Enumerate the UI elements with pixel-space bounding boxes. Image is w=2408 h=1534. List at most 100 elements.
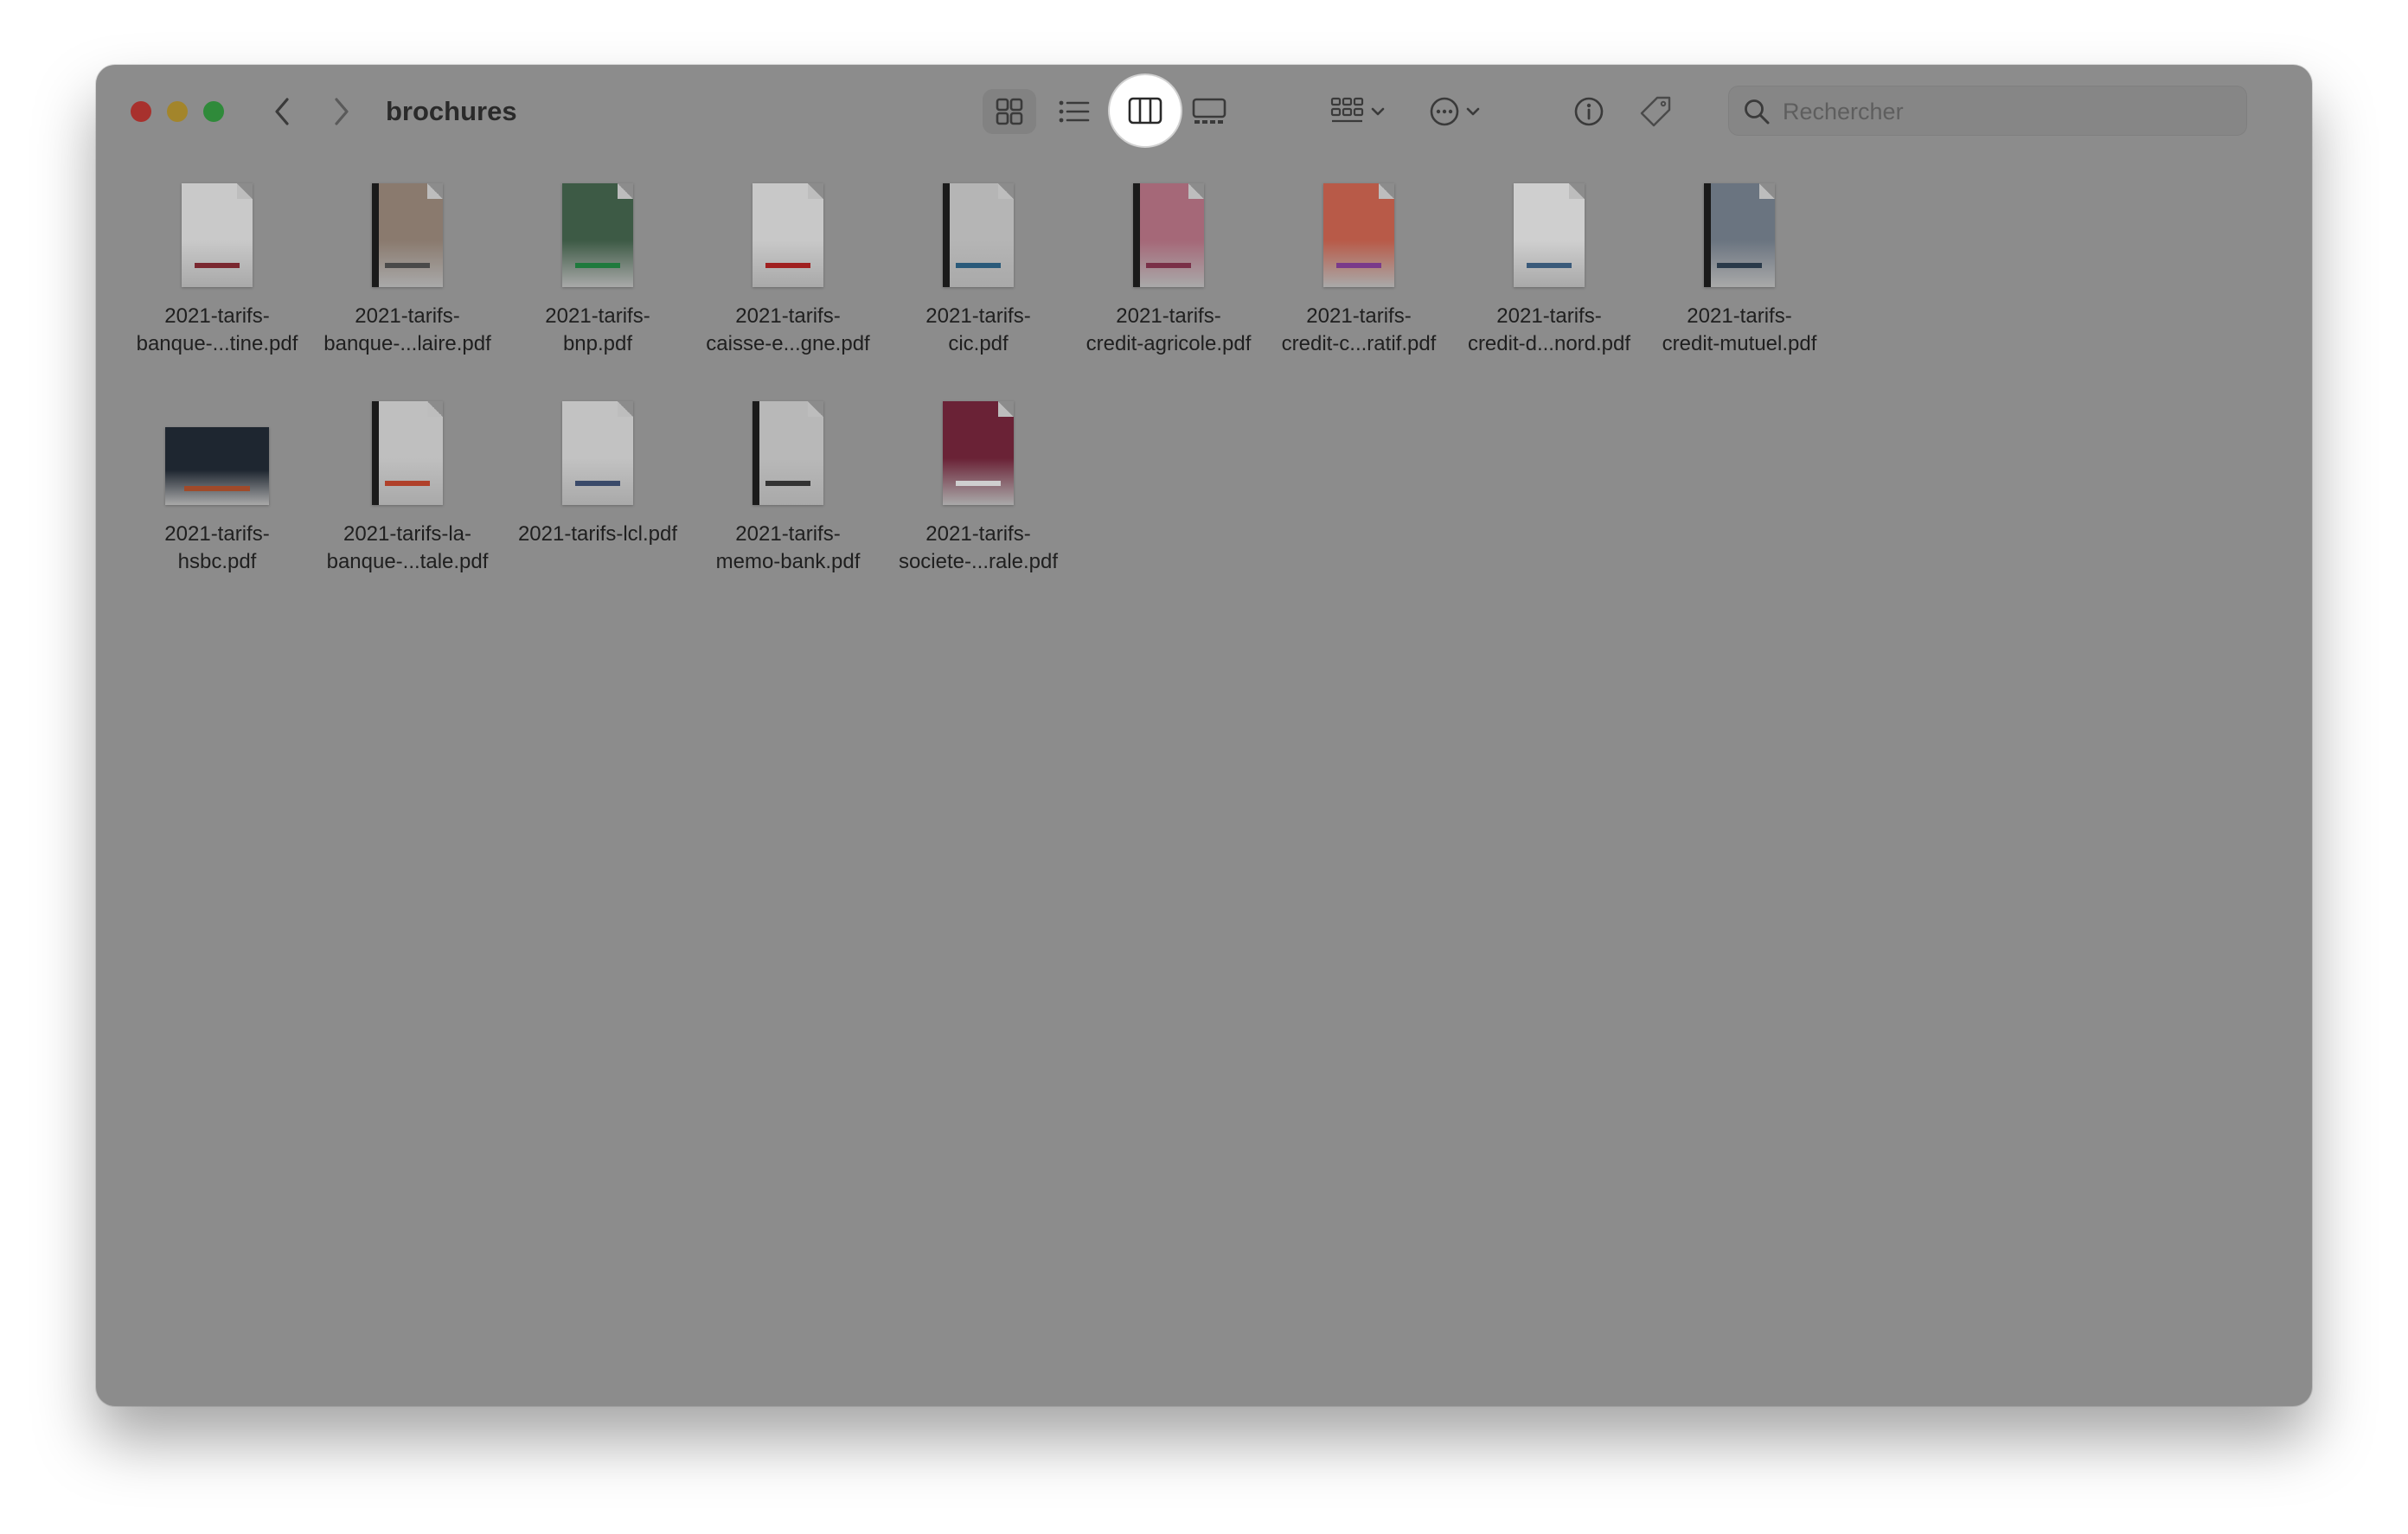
file-thumbnail [887, 173, 1069, 287]
file-name: 2021-tarifs- hsbc.pdf [164, 522, 270, 573]
file-item[interactable]: 2021-tarifs- credit-agricole.pdf [1078, 173, 1259, 358]
file-name: 2021-tarifs- credit-agricole.pdf [1086, 304, 1252, 355]
minimize-button[interactable] [167, 101, 188, 122]
column-view-button[interactable] [1110, 75, 1181, 146]
info-icon [1574, 97, 1604, 126]
forward-button[interactable] [323, 91, 361, 132]
file-thumbnail [507, 391, 688, 505]
icon-view-button[interactable] [983, 89, 1036, 134]
file-name: 2021-tarifs- societe-...rale.pdf [898, 522, 1059, 573]
file-item[interactable]: 2021-tarifs- cic.pdf [887, 173, 1069, 358]
info-button[interactable] [1567, 89, 1611, 134]
file-thumbnail [126, 391, 308, 505]
file-name: 2021-tarifs- bnp.pdf [545, 304, 650, 355]
file-item[interactable]: 2021-tarifs- societe-...rale.pdf [887, 391, 1069, 576]
file-thumbnail [317, 391, 498, 505]
document-accent [1145, 263, 1192, 269]
tag-icon [1640, 96, 1671, 127]
pdf-document-icon [562, 401, 633, 505]
file-name: 2021-tarifs- banque-...laire.pdf [323, 304, 491, 355]
file-item[interactable]: 2021-tarifs- hsbc.pdf [126, 391, 308, 576]
file-name: 2021-tarifs- banque-...tine.pdf [136, 304, 298, 355]
document-accent [1526, 263, 1572, 269]
document-accent [1335, 263, 1382, 269]
document-spine [372, 183, 379, 287]
group-button[interactable] [1322, 89, 1394, 134]
file-name: 2021-tarifs-la- banque-...tale.pdf [326, 522, 489, 573]
document-accent [574, 263, 621, 269]
finder-window: brochures Rechercher 2021-tarifs- banque… [96, 65, 2312, 1406]
chevron-right-icon [335, 98, 349, 125]
file-item[interactable]: 2021-tarifs- credit-mutuel.pdf [1649, 173, 1830, 358]
file-item[interactable]: 2021-tarifs- caisse-e...gne.pdf [697, 173, 879, 358]
zoom-button[interactable] [203, 101, 224, 122]
chevron-down-icon [1371, 107, 1385, 116]
pdf-document-icon [182, 183, 253, 287]
file-thumbnail [887, 391, 1069, 505]
grid-icon [996, 98, 1023, 125]
back-button[interactable] [263, 91, 301, 132]
file-thumbnail [317, 173, 498, 287]
document-spine [372, 401, 379, 505]
file-item[interactable]: 2021-tarifs- bnp.pdf [507, 173, 688, 358]
pdf-document-icon [562, 183, 633, 287]
file-thumbnail [697, 391, 879, 505]
list-icon [1059, 100, 1090, 123]
chevron-left-icon [275, 98, 289, 125]
gallery-icon [1192, 98, 1226, 124]
list-view-button[interactable] [1047, 89, 1101, 134]
file-item[interactable]: 2021-tarifs- memo-bank.pdf [697, 391, 879, 576]
pdf-document-icon [1704, 183, 1775, 287]
pdf-document-icon [165, 427, 269, 505]
pdf-document-icon [372, 401, 443, 505]
file-item[interactable]: 2021-tarifs-la- banque-...tale.pdf [317, 391, 498, 576]
chevron-down-icon [1466, 107, 1480, 116]
file-item[interactable]: 2021-tarifs- credit-c...ratif.pdf [1268, 173, 1450, 358]
file-item[interactable]: 2021-tarifs- credit-d...nord.pdf [1458, 173, 1640, 358]
document-accent [765, 481, 811, 487]
document-accent [955, 263, 1002, 269]
pdf-document-icon [372, 183, 443, 287]
file-thumbnail [1078, 173, 1259, 287]
close-button[interactable] [131, 101, 151, 122]
file-thumbnail [1268, 173, 1450, 287]
file-thumbnail [1458, 173, 1640, 287]
document-spine [752, 401, 759, 505]
columns-icon [1128, 97, 1162, 125]
document-accent [1716, 263, 1763, 269]
file-name: 2021-tarifs-lcl.pdf [517, 522, 678, 546]
actions-button[interactable] [1420, 89, 1489, 134]
document-accent [765, 263, 811, 269]
file-item[interactable]: 2021-tarifs- banque-...tine.pdf [126, 173, 308, 358]
window-title: brochures [386, 96, 517, 126]
file-name: 2021-tarifs- cic.pdf [925, 304, 1031, 355]
file-name: 2021-tarifs- memo-bank.pdf [715, 522, 861, 573]
document-accent [574, 481, 621, 487]
document-spine [1133, 183, 1140, 287]
file-name: 2021-tarifs- credit-c...ratif.pdf [1281, 304, 1437, 355]
search-input[interactable] [1781, 86, 2234, 137]
pdf-document-icon [1133, 183, 1204, 287]
document-accent [183, 485, 251, 491]
pdf-document-icon [943, 183, 1014, 287]
document-spine [943, 183, 950, 287]
document-accent [384, 481, 431, 487]
pdf-document-icon [752, 401, 823, 505]
pdf-document-icon [943, 401, 1014, 505]
file-thumbnail [507, 173, 688, 287]
search-field[interactable] [1728, 86, 2247, 137]
file-thumbnail [697, 173, 879, 287]
document-accent [384, 263, 431, 269]
file-name: 2021-tarifs- credit-mutuel.pdf [1662, 304, 1817, 355]
group-icon [1330, 97, 1364, 123]
pdf-document-icon [1514, 183, 1585, 287]
ellipsis-circle-icon [1430, 97, 1459, 126]
file-item[interactable]: 2021-tarifs- banque-...laire.pdf [317, 173, 498, 358]
file-thumbnail [1649, 173, 1830, 287]
tag-button[interactable] [1634, 89, 1677, 134]
file-name: 2021-tarifs- credit-d...nord.pdf [1467, 304, 1631, 355]
gallery-view-button[interactable] [1182, 89, 1236, 134]
file-item[interactable]: 2021-tarifs-lcl.pdf [507, 391, 688, 548]
pdf-document-icon [1323, 183, 1394, 287]
search-icon [1745, 99, 1770, 125]
